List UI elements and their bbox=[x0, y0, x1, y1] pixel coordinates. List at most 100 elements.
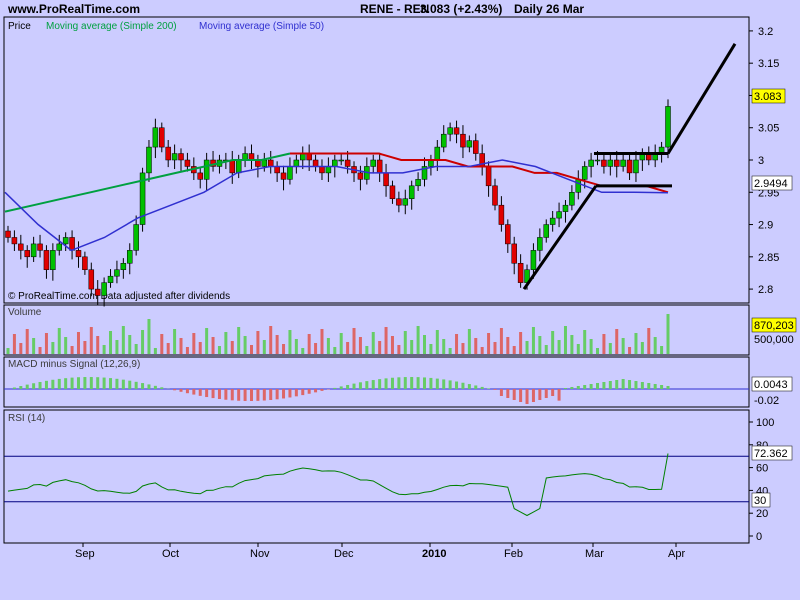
macd-bar bbox=[628, 380, 632, 389]
volume-bar bbox=[198, 342, 202, 354]
rsi-last-label: 72.362 bbox=[754, 448, 788, 460]
candle-body bbox=[306, 153, 312, 161]
x-tick-label: Dec bbox=[334, 548, 354, 560]
macd-bar bbox=[211, 389, 215, 399]
candle-body bbox=[633, 159, 639, 174]
candle-body bbox=[665, 106, 671, 148]
volume-bar bbox=[346, 342, 350, 354]
candle-body bbox=[607, 159, 614, 167]
price-tick-label: 3.2 bbox=[758, 26, 773, 38]
candle-body bbox=[178, 153, 184, 161]
macd-bar bbox=[467, 384, 471, 389]
x-tick-label: Feb bbox=[504, 548, 523, 560]
chart-canvas: Price Moving average (Simple 200) Moving… bbox=[3, 16, 797, 560]
volume-bar bbox=[352, 328, 356, 354]
candle-body bbox=[556, 211, 562, 219]
candle-body bbox=[107, 275, 114, 283]
candle-body bbox=[549, 217, 556, 225]
volume-bar bbox=[6, 348, 10, 354]
candle-body bbox=[517, 263, 524, 283]
macd-bar bbox=[493, 389, 497, 390]
volume-bar bbox=[621, 338, 625, 354]
macd-bar bbox=[410, 377, 414, 389]
macd-bar bbox=[570, 387, 574, 389]
rsi-panel[interactable] bbox=[3, 409, 750, 544]
macd-bar bbox=[141, 383, 145, 389]
macd-bar bbox=[288, 389, 292, 398]
macd-bar bbox=[551, 389, 555, 396]
macd-bar bbox=[352, 383, 356, 389]
macd-bar bbox=[83, 377, 87, 389]
macd-bar bbox=[70, 377, 74, 389]
macd-bar bbox=[442, 379, 446, 389]
volume-bar bbox=[467, 329, 471, 354]
candle-body bbox=[396, 198, 402, 206]
macd-bar bbox=[390, 377, 394, 389]
macd-bar bbox=[480, 386, 484, 389]
volume-bar bbox=[307, 334, 311, 354]
price-tick-label: 2.8 bbox=[758, 284, 773, 296]
candle-body bbox=[594, 159, 601, 162]
macd-bar bbox=[256, 389, 260, 401]
volume-bar bbox=[153, 348, 157, 354]
rsi-tick-label: 60 bbox=[756, 463, 768, 475]
candle-body bbox=[613, 159, 620, 167]
volume-bar bbox=[38, 347, 42, 354]
macd-bar bbox=[179, 389, 183, 392]
volume-bar bbox=[653, 337, 657, 354]
volume-bar bbox=[628, 347, 632, 354]
candle-body bbox=[626, 159, 633, 174]
candle-body bbox=[344, 159, 351, 167]
volume-bar bbox=[403, 331, 407, 354]
volume-bar bbox=[205, 328, 209, 354]
volume-bar bbox=[531, 327, 535, 354]
volume-bar bbox=[519, 332, 523, 354]
macd-bar bbox=[583, 385, 587, 389]
candle-body bbox=[146, 146, 152, 174]
candle-body bbox=[505, 224, 511, 245]
macd-bar bbox=[262, 389, 266, 401]
volume-bar bbox=[660, 346, 664, 354]
volume-bar bbox=[493, 342, 497, 354]
candle-body bbox=[37, 243, 43, 251]
price-legend-label: Price bbox=[8, 21, 31, 32]
candle-body bbox=[235, 159, 242, 174]
volume-bar bbox=[461, 343, 465, 354]
macd-bar bbox=[634, 381, 638, 389]
volume-bar bbox=[512, 346, 516, 354]
x-tick-label: Sep bbox=[75, 548, 95, 560]
macd-bar bbox=[653, 384, 657, 389]
macd-bar bbox=[519, 389, 523, 402]
volume-bar bbox=[128, 335, 132, 354]
macd-bar bbox=[217, 389, 221, 399]
candle-body bbox=[562, 204, 569, 212]
candle-body bbox=[460, 133, 466, 148]
macd-bar bbox=[563, 388, 567, 389]
macd-bar bbox=[224, 389, 228, 400]
volume-bar bbox=[185, 347, 189, 354]
rsi-title: RSI (14) bbox=[8, 413, 45, 424]
macd-title: MACD minus Signal (12,26,9) bbox=[8, 359, 140, 370]
price-tick-label: 3.05 bbox=[758, 123, 779, 135]
volume-bar bbox=[173, 329, 177, 354]
macd-bar bbox=[32, 383, 36, 389]
candle-body bbox=[165, 146, 171, 161]
candle-body bbox=[440, 133, 447, 148]
candle-body bbox=[24, 250, 30, 258]
macd-bar bbox=[660, 385, 664, 389]
macd-bar bbox=[269, 389, 273, 400]
volume-bar bbox=[371, 332, 375, 354]
volume-bar bbox=[378, 341, 382, 354]
macd-bar bbox=[506, 389, 510, 398]
macd-bar bbox=[429, 377, 433, 389]
candle-body bbox=[434, 146, 441, 161]
volume-bar bbox=[557, 340, 561, 354]
volume-bar bbox=[339, 333, 343, 354]
macd-bar bbox=[19, 386, 23, 389]
volume-bar bbox=[262, 340, 266, 354]
macd-bar bbox=[557, 389, 561, 401]
volume-bar bbox=[121, 326, 125, 354]
macd-bar bbox=[301, 389, 305, 396]
candle-body bbox=[383, 172, 389, 187]
macd-bar bbox=[474, 385, 478, 389]
